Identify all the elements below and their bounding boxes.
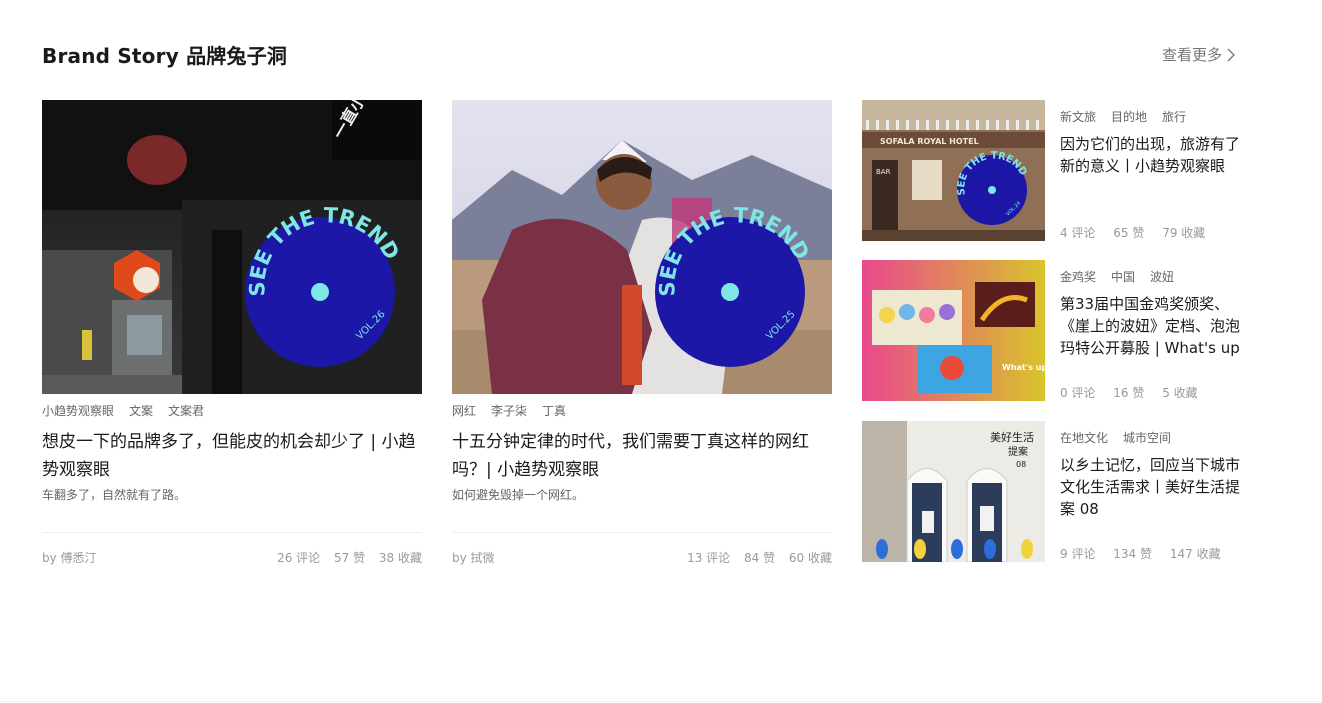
article-image[interactable]: SEE THE TREND VOL.25 (452, 100, 832, 394)
like-count: 65 赞 (1113, 226, 1145, 240)
tag[interactable]: 目的地 (1111, 108, 1147, 125)
like-count: 134 赞 (1113, 547, 1153, 561)
tag[interactable]: 旅行 (1162, 108, 1186, 125)
like-count: 84 赞 (743, 551, 776, 565)
article-thumbnail[interactable]: SOFALA ROYAL HOTEL BAR SEE THE TREND VOL… (862, 100, 1045, 241)
side-article: SOFALA ROYAL HOTEL BAR SEE THE TREND VOL… (862, 100, 1242, 241)
tag[interactable]: 李子柒 (491, 402, 527, 418)
article-footer: by 傅悉汀 26 评论 57 赞 38 收藏 (42, 532, 422, 566)
comment-count: 13 评论 (687, 551, 731, 565)
tag[interactable]: 波妞 (1150, 268, 1174, 285)
article-card: SEE THE TREND VOL.25 网红 李子柒 丁真 十五分钟定律的时代… (452, 100, 832, 565)
side-article: What's up ? 金鸡奖 中国 波妞 第33届中国金鸡奖颁奖、《崖上的波妞… (862, 260, 1242, 401)
view-more-label: 查看更多 (1162, 46, 1223, 64)
author[interactable]: by 傅悉汀 (42, 549, 97, 566)
favorite-count: 5 收藏 (1162, 386, 1198, 400)
article-thumbnail[interactable]: What's up ? (862, 260, 1045, 401)
article-image[interactable]: 一直小 SEE THE TREND VOL.26 (42, 100, 422, 394)
tag[interactable]: 网红 (452, 402, 476, 418)
favorite-count: 79 收藏 (1162, 226, 1206, 240)
svg-text:BAR: BAR (876, 168, 891, 176)
article-title[interactable]: 第33届中国金鸡奖颁奖、《崖上的波妞》定档、泡泡玛特公开募股 | What's … (1060, 293, 1245, 359)
tag[interactable]: 城市空间 (1123, 429, 1171, 446)
hotel-photo: SOFALA ROYAL HOTEL BAR SEE THE TREND VOL… (862, 100, 1045, 241)
film-collage: What's up ? (862, 260, 1045, 401)
divider (0, 701, 1322, 702)
article-title[interactable]: 以乡土记忆，回应当下城市文化生活需求丨美好生活提案 08 (1060, 454, 1245, 520)
favorite-count: 60 收藏 (788, 551, 832, 565)
article-footer: by 拭微 13 评论 84 赞 60 收藏 (452, 532, 832, 566)
tag[interactable]: 丁真 (542, 402, 566, 418)
like-count: 16 赞 (1113, 386, 1145, 400)
chevron-right-icon (1227, 48, 1235, 61)
article-title[interactable]: 因为它们的出现，旅游有了新的意义丨小趋势观察眼 (1060, 133, 1245, 177)
horse-photo: SEE THE TREND VOL.25 (452, 100, 832, 394)
author[interactable]: by 拭微 (452, 549, 495, 566)
svg-text:08: 08 (1016, 460, 1026, 469)
tag[interactable]: 小趋势观察眼 (42, 402, 114, 418)
section-title: Brand Story 品牌兔子洞 (42, 44, 288, 68)
tag[interactable]: 在地文化 (1060, 429, 1108, 446)
comment-count: 26 评论 (277, 551, 321, 565)
street-photo: 一直小 SEE THE TREND VOL.26 (42, 100, 422, 394)
svg-text:提案: 提案 (1008, 445, 1028, 458)
side-article: 美好生活 提案 08 在地文化 城市空间 以乡土记忆，回应当下城市文化生活需求丨… (862, 421, 1242, 562)
article-title[interactable]: 想皮一下的品牌多了，但能皮的机会却少了 | 小趋势观察眼 (42, 428, 422, 484)
tag[interactable]: 文案 (129, 402, 153, 418)
like-count: 57 赞 (333, 551, 366, 565)
comment-count: 0 评论 (1060, 386, 1096, 400)
article-title[interactable]: 十五分钟定律的时代，我们需要丁真这样的网红吗？| 小趋势观察眼 (452, 428, 832, 484)
article-desc: 车翻多了，自然就有了路。 (42, 488, 187, 502)
article-card: 一直小 SEE THE TREND VOL.26 小趋势观察眼 文案 文案君 想… (42, 100, 422, 565)
tag[interactable]: 金鸡奖 (1060, 268, 1096, 285)
svg-text:美好生活: 美好生活 (990, 430, 1034, 444)
favorite-count: 147 收藏 (1169, 547, 1221, 561)
view-more-link[interactable]: 查看更多 (1162, 44, 1236, 65)
gallery-photo: 美好生活 提案 08 (862, 421, 1045, 562)
tag[interactable]: 中国 (1111, 268, 1135, 285)
tag[interactable]: 新文旅 (1060, 108, 1096, 125)
whats-up-stamp: What's up ? (1002, 363, 1045, 372)
comment-count: 4 评论 (1060, 226, 1096, 240)
tag[interactable]: 文案君 (168, 402, 204, 418)
article-desc: 如何避免毁掉一个网红。 (452, 488, 585, 502)
comment-count: 9 评论 (1060, 547, 1096, 561)
article-thumbnail[interactable]: 美好生活 提案 08 (862, 421, 1045, 562)
svg-text:SOFALA ROYAL HOTEL: SOFALA ROYAL HOTEL (880, 137, 979, 146)
favorite-count: 38 收藏 (378, 551, 422, 565)
